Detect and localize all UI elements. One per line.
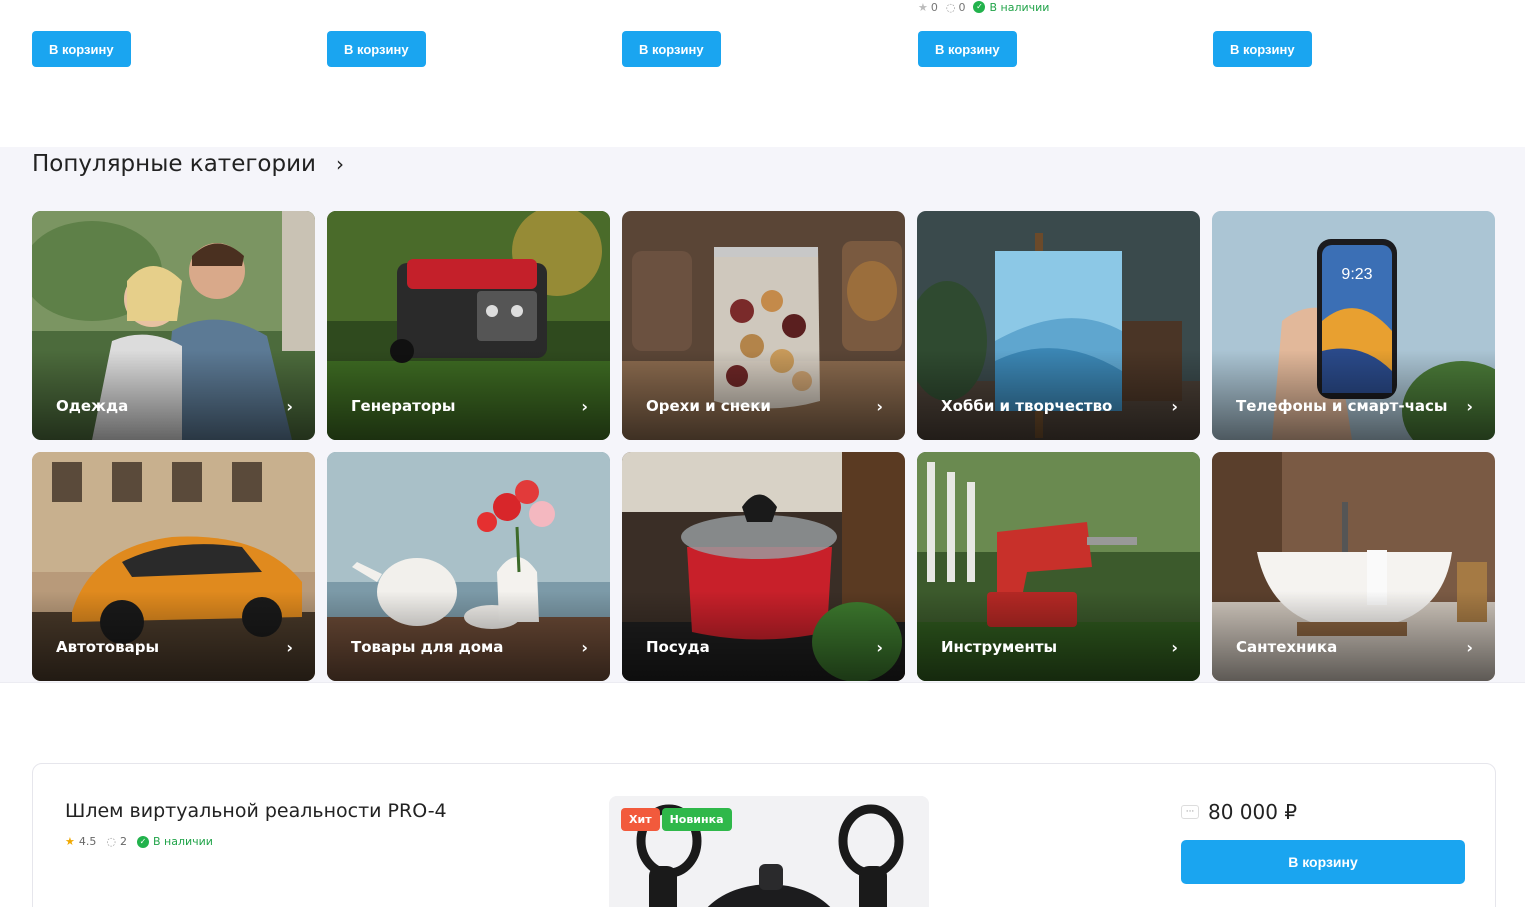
- more-icon[interactable]: ···: [1181, 805, 1199, 819]
- add-to-cart-button[interactable]: В корзину: [1181, 840, 1465, 884]
- image-overlay: [327, 591, 610, 681]
- category-card-cookware[interactable]: Посуда ›: [622, 452, 905, 681]
- category-card-clothing[interactable]: Одежда ›: [32, 211, 315, 440]
- add-to-cart-button[interactable]: В корзину: [327, 31, 426, 67]
- check-circle-icon: ✓: [136, 835, 149, 848]
- comment-icon: ◌: [106, 835, 116, 848]
- check-circle-icon: ✓: [973, 1, 986, 13]
- stock-status: ✓ В наличии: [136, 835, 213, 848]
- comments: ◌ 0: [945, 0, 966, 14]
- category-label: Сантехника: [1236, 638, 1338, 656]
- comments[interactable]: ◌ 2: [106, 835, 127, 848]
- chevron-right-icon: ›: [581, 638, 588, 657]
- top-products-row: ★ 0 ◌ 0 ✓ В наличии В корзину В корзину В к…: [0, 0, 1525, 147]
- new-badge: Новинка: [661, 808, 732, 831]
- product-meta: ★ 4.5 ◌ 2 ✓ В наличии: [65, 835, 213, 848]
- category-card-tools[interactable]: Инструменты ›: [917, 452, 1200, 681]
- image-overlay: [1212, 350, 1495, 440]
- category-label: Генераторы: [351, 397, 456, 415]
- image-overlay: [622, 350, 905, 440]
- category-label: Хобби и творчество: [941, 397, 1113, 415]
- category-label: Телефоны и смарт-часы: [1236, 397, 1448, 415]
- chevron-right-icon: ›: [286, 397, 293, 416]
- product-card: Шлем виртуальной реальности PRO-4 ★ 4.5 ◌…: [32, 763, 1496, 907]
- image-overlay: [917, 591, 1200, 681]
- section-header[interactable]: Популярные категории ›: [32, 151, 344, 177]
- category-card-plumbing[interactable]: Сантехника ›: [1212, 452, 1495, 681]
- category-card-hobby[interactable]: Хобби и творчество ›: [917, 211, 1200, 440]
- chevron-right-icon: ›: [1171, 397, 1178, 416]
- chevron-right-icon: ›: [876, 397, 883, 416]
- chevron-right-icon: ›: [1466, 638, 1473, 657]
- image-overlay: [1212, 591, 1495, 681]
- chevron-right-icon: ›: [286, 638, 293, 657]
- category-label: Автотовары: [56, 638, 160, 656]
- add-to-cart-button[interactable]: В корзину: [622, 31, 721, 67]
- add-to-cart-button[interactable]: В корзину: [1213, 31, 1312, 67]
- category-label: Инструменты: [941, 638, 1058, 656]
- category-label: Товары для дома: [351, 638, 504, 656]
- chevron-right-icon: ›: [1466, 397, 1473, 416]
- category-card-phones[interactable]: 9:23 Телефоны и смарт-часы ›: [1212, 211, 1495, 440]
- category-label: Орехи и снеки: [646, 397, 771, 415]
- product-price: 80 000 ₽: [1208, 800, 1298, 824]
- category-card-generators[interactable]: Генераторы ›: [327, 211, 610, 440]
- star-icon: ★: [65, 835, 75, 848]
- popular-categories-section: Популярные категории › Одежда › Генерато…: [0, 147, 1525, 683]
- image-overlay: [622, 591, 905, 681]
- image-overlay: [327, 350, 610, 440]
- star-icon: ★: [918, 0, 928, 14]
- category-grid: Одежда › Генераторы › Орехи и снеки › Хо…: [32, 211, 1495, 681]
- image-overlay: [917, 350, 1200, 440]
- section-title: Популярные категории: [32, 151, 316, 177]
- add-to-cart-button[interactable]: В корзину: [32, 31, 131, 67]
- chevron-right-icon: ›: [581, 397, 588, 416]
- image-overlay: [32, 350, 315, 440]
- price-row: ··· 80 000 ₽: [1181, 800, 1297, 824]
- chevron-right-icon: ›: [876, 638, 883, 657]
- hit-badge: Хит: [621, 808, 660, 831]
- category-card-nuts[interactable]: Орехи и снеки ›: [622, 211, 905, 440]
- product-title[interactable]: Шлем виртуальной реальности PRO-4: [65, 800, 447, 822]
- product-badges: Хит Новинка: [621, 808, 732, 831]
- category-label: Посуда: [646, 638, 710, 656]
- image-overlay: [32, 591, 315, 681]
- add-to-cart-button[interactable]: В корзину: [918, 31, 1017, 67]
- rating: ★ 4.5: [65, 835, 97, 848]
- comment-icon: ◌: [945, 0, 956, 14]
- rating: ★ 0: [918, 0, 938, 14]
- svg-text:9:23: 9:23: [1341, 266, 1372, 283]
- chevron-right-icon: ›: [1171, 638, 1178, 657]
- category-card-auto[interactable]: Автотовары ›: [32, 452, 315, 681]
- chevron-right-icon[interactable]: ›: [336, 152, 344, 176]
- stock-status: ✓ В наличии: [973, 1, 1049, 14]
- product-image[interactable]: Хит Новинка: [609, 796, 929, 907]
- category-label: Одежда: [56, 397, 129, 415]
- product-meta: ★ 0 ◌ 0 ✓ В наличии: [918, 0, 1049, 14]
- category-card-home[interactable]: Товары для дома ›: [327, 452, 610, 681]
